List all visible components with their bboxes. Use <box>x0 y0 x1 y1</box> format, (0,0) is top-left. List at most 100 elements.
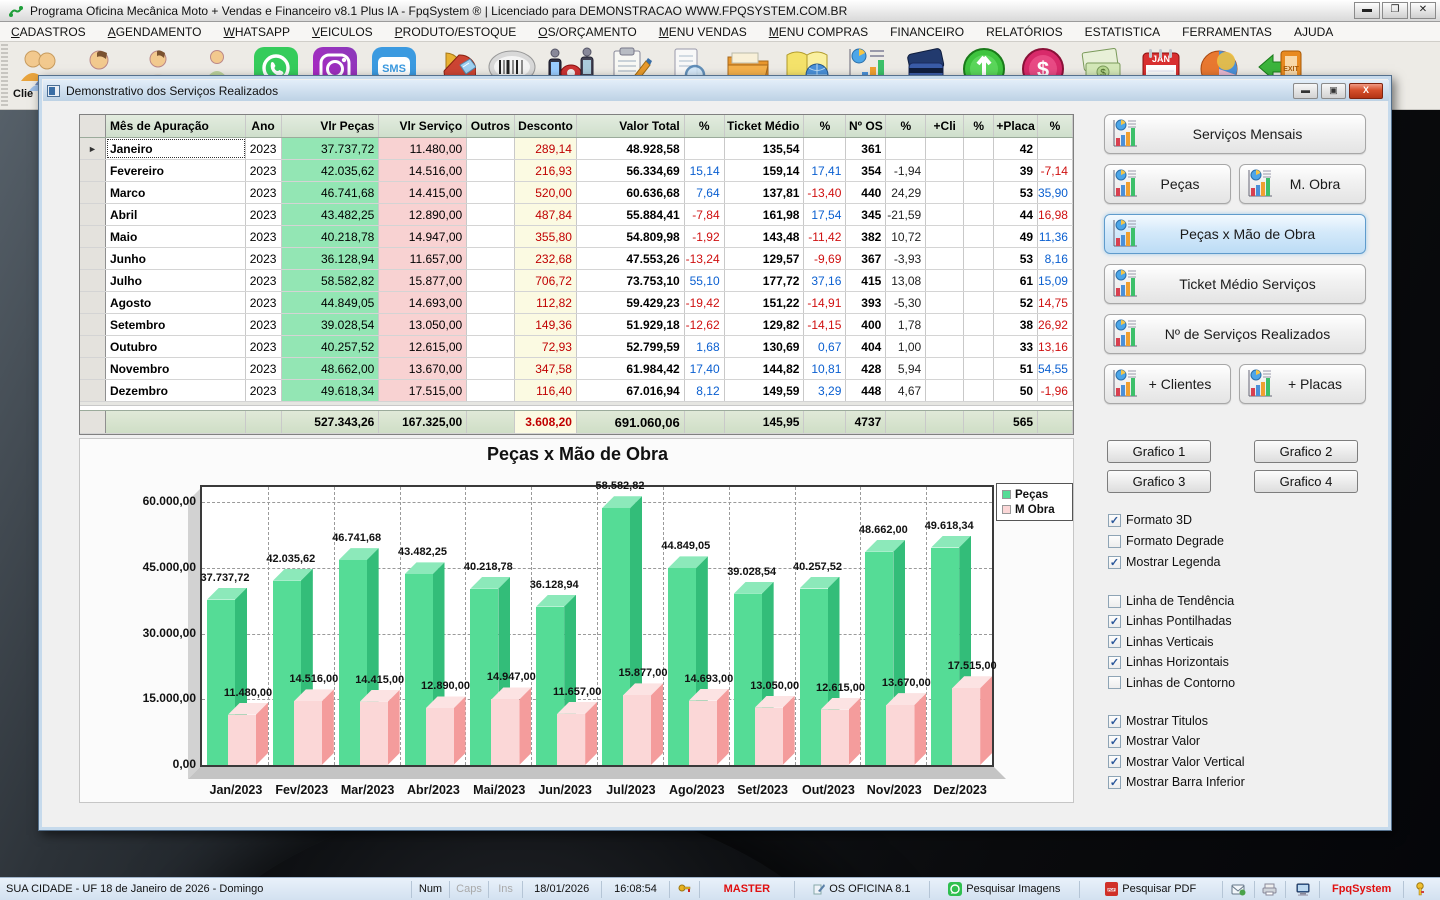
cell[interactable]: 135,54 <box>725 138 805 159</box>
cell[interactable] <box>886 138 927 159</box>
cell[interactable]: 520,00 <box>515 182 577 203</box>
cell[interactable] <box>685 138 725 159</box>
column-header-16[interactable]: % <box>1038 115 1073 137</box>
cell[interactable]: 56.334,69 <box>577 160 685 181</box>
cell[interactable]: 49 <box>994 226 1039 247</box>
cell[interactable]: 33 <box>994 336 1039 357</box>
cell[interactable]: 36.128,94 <box>281 248 380 269</box>
column-header-13[interactable]: +Cli <box>926 115 965 137</box>
row-selector[interactable] <box>80 380 106 401</box>
checkbox-box[interactable]: ✓ <box>1108 635 1121 649</box>
table-row[interactable]: Abril 2023 43.482,25 12.890,00 487,84 55.884,… <box>80 204 1073 226</box>
cell[interactable]: 289,14 <box>515 138 577 159</box>
cell[interactable]: 17.515,00 <box>379 380 468 401</box>
report-button-m-obra[interactable]: M. Obra <box>1239 164 1366 204</box>
cell[interactable]: Agosto <box>106 292 246 313</box>
cell[interactable]: 13.050,00 <box>379 314 468 335</box>
row-selector[interactable] <box>80 226 106 247</box>
menu-item-ajuda[interactable]: AJUDA <box>1283 22 1344 42</box>
cell[interactable] <box>964 160 995 181</box>
cell[interactable]: 38 <box>994 314 1039 335</box>
cell[interactable]: -13,24 <box>685 248 725 269</box>
cell[interactable] <box>926 160 965 181</box>
checkbox-box[interactable] <box>1108 676 1121 690</box>
cell[interactable]: 116,40 <box>515 380 577 401</box>
cell[interactable] <box>467 292 516 313</box>
cell[interactable]: Novembro <box>106 358 246 379</box>
cell[interactable] <box>467 182 516 203</box>
cell[interactable] <box>926 138 965 159</box>
cell[interactable]: 48.662,00 <box>281 358 380 379</box>
cell[interactable]: 15,09 <box>1038 270 1073 291</box>
cell[interactable]: -1,92 <box>685 226 725 247</box>
cell[interactable] <box>926 226 965 247</box>
row-selector[interactable] <box>80 160 106 181</box>
cell[interactable]: 13,08 <box>886 270 927 291</box>
cell[interactable] <box>467 336 516 357</box>
table-row[interactable]: Junho 2023 36.128,94 11.657,00 232,68 47.553,… <box>80 248 1073 270</box>
table-row[interactable]: Dezembro 2023 49.618,34 17.515,00 116,40 67.0… <box>80 380 1073 402</box>
menu-item-menu-compras[interactable]: MENU COMPRAS <box>758 22 879 42</box>
cell[interactable]: 354 <box>846 160 887 181</box>
cell[interactable]: 73.753,10 <box>577 270 685 291</box>
minimize-button[interactable]: ▬ <box>1354 2 1380 19</box>
cell[interactable]: 1,00 <box>886 336 927 357</box>
checkbox-linhas-horizontais[interactable]: ✓ Linhas Horizontais <box>1108 654 1229 670</box>
row-selector[interactable] <box>80 248 106 269</box>
cell[interactable]: 8,12 <box>685 380 725 401</box>
checkbox-box[interactable]: ✓ <box>1108 775 1121 789</box>
cell[interactable]: -13,16 <box>1038 336 1073 357</box>
cell[interactable]: -14,15 <box>804 314 847 335</box>
cell[interactable]: 400 <box>846 314 887 335</box>
cell[interactable]: -14,75 <box>1038 292 1073 313</box>
report-button--clientes[interactable]: + Clientes <box>1104 364 1231 404</box>
cell[interactable]: -3,93 <box>886 248 927 269</box>
dialog-maximize-button[interactable]: ▣ <box>1321 83 1346 99</box>
cell[interactable]: 49.618,34 <box>281 380 380 401</box>
cell[interactable]: Fevereiro <box>106 160 246 181</box>
cell[interactable]: 55.884,41 <box>577 204 685 225</box>
cell[interactable]: 17,41 <box>804 160 847 181</box>
cell[interactable]: 7,64 <box>685 182 725 203</box>
cell[interactable]: 137,81 <box>725 182 805 203</box>
checkbox-formato-3d[interactable]: ✓ Formato 3D <box>1108 512 1192 528</box>
cell[interactable]: 58.582,82 <box>281 270 380 291</box>
cell[interactable] <box>964 248 995 269</box>
row-selector[interactable] <box>80 336 106 357</box>
checkbox-box[interactable]: ✓ <box>1108 614 1121 628</box>
menu-item-estatistica[interactable]: ESTATISTICA <box>1074 22 1172 42</box>
cell[interactable]: 52.799,59 <box>577 336 685 357</box>
row-selector[interactable] <box>80 292 106 313</box>
cell[interactable]: -19,42 <box>685 292 725 313</box>
cell[interactable] <box>964 182 995 203</box>
cell[interactable] <box>964 336 995 357</box>
graph-button-3[interactable]: Grafico 3 <box>1107 470 1211 493</box>
cell[interactable]: 17,54 <box>804 204 847 225</box>
cell[interactable]: 129,57 <box>725 248 805 269</box>
menu-item-financeiro[interactable]: FINANCEIRO <box>879 22 975 42</box>
status-computer-button[interactable] <box>1286 880 1320 898</box>
cell[interactable]: 44 <box>994 204 1039 225</box>
table-row[interactable]: ► Janeiro 2023 37.737,72 11.480,00 289,14 48.9… <box>80 138 1073 160</box>
row-selector[interactable] <box>80 314 106 335</box>
cell[interactable]: 216,93 <box>515 160 577 181</box>
checkbox-box[interactable]: ✓ <box>1108 555 1121 569</box>
cell[interactable]: 2023 <box>246 182 282 203</box>
cell[interactable]: 54.809,98 <box>577 226 685 247</box>
cell[interactable] <box>926 336 965 357</box>
cell[interactable]: 47.553,26 <box>577 248 685 269</box>
menu-item-menu-vendas[interactable]: MENU VENDAS <box>648 22 758 42</box>
cell[interactable]: 428 <box>846 358 887 379</box>
cell[interactable] <box>964 226 995 247</box>
cell[interactable]: 37.737,72 <box>281 138 380 159</box>
cell[interactable]: 2023 <box>246 314 282 335</box>
status-print-button[interactable] <box>1255 880 1287 898</box>
cell[interactable]: 159,14 <box>725 160 805 181</box>
cell[interactable]: -1,96 <box>1038 380 1073 401</box>
report-button-ticket-m-dio-servi-os[interactable]: Ticket Médio Serviços <box>1104 264 1366 304</box>
cell[interactable]: 14.415,00 <box>379 182 468 203</box>
checkbox-box[interactable] <box>1108 594 1121 608</box>
cell[interactable]: Janeiro <box>106 138 246 159</box>
cell[interactable]: Maio <box>106 226 246 247</box>
cell[interactable]: 112,82 <box>515 292 577 313</box>
